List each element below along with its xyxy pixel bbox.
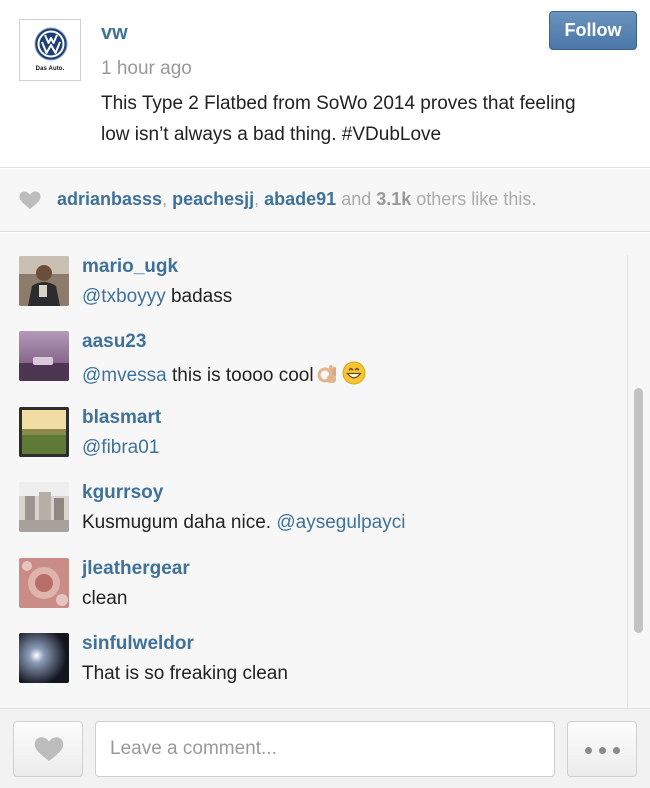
likes-bar: adrianbasss, peachesjj, abade91 and 3.1k… [0,169,650,232]
grinning-face-emoji-icon [342,361,366,385]
comment-text: @mvessa this is toooo cool [82,361,366,387]
brand-avatar[interactable]: Das Auto. [19,19,81,81]
comment-text: clean [82,588,127,610]
commenter-avatar[interactable] [19,633,69,683]
comment-body: Kusmugum daha nice. [82,512,277,533]
ok-hand-emoji-icon [317,365,336,383]
comment-body: That is so freaking clean [82,663,288,684]
comment-body: clean [82,588,128,609]
commenter-avatar[interactable] [19,558,69,608]
comment-mention[interactable]: @mvessa [82,365,167,386]
volkswagen-logo-icon [34,27,68,61]
comment-body: badass [165,286,233,307]
liker-link[interactable]: adrianbasss [57,189,162,209]
likes-separator: , [254,189,265,209]
comment-mention[interactable]: @aysegulpayci [276,512,405,533]
post-header: Das Auto. vw 1 hour ago This Type 2 Flat… [0,0,650,168]
comment-text: @txboyyy badass [82,286,232,308]
comment-mention[interactable]: @txboyyy [82,286,166,307]
comment-username[interactable]: aasu23 [82,331,146,353]
comment-item: mario_ugk @txboyyy badass [0,256,620,326]
commenter-avatar[interactable] [19,482,69,532]
comment-text: Kusmugum daha nice. @aysegulpayci [82,512,405,534]
like-button[interactable] [13,721,83,777]
comment-body: this is toooo cool [166,365,314,386]
likes-summary: adrianbasss, peachesjj, abade91 and 3.1k… [57,189,536,210]
comment-username[interactable]: sinfulweldor [82,633,194,655]
comment-item: kgurrsoy Kusmugum daha nice. @aysegulpay… [0,482,620,552]
comment-item: aasu23 @mvessa this is toooo cool [0,331,620,401]
likes-and: and [336,189,377,209]
comment-mention[interactable]: @fibra01 [82,437,159,458]
post-timestamp: 1 hour ago [101,58,192,79]
comment-item: sinfulweldor That is so freaking clean [0,633,620,703]
comment-username[interactable]: kgurrsoy [82,482,163,504]
comment-username[interactable]: mario_ugk [82,256,178,278]
liker-link[interactable]: peachesjj [172,189,254,209]
comments-scrollbar[interactable] [627,255,645,708]
comment-footer [0,708,650,788]
post-username[interactable]: vw [101,22,128,45]
comment-username[interactable]: blasmart [82,407,161,429]
scrollbar-thumb[interactable] [634,388,643,633]
comments-list[interactable]: mario_ugk @txboyyy badass aasu23 @mvessa… [0,233,650,708]
post-caption: This Type 2 Flatbed from SoWo 2014 prove… [101,93,576,145]
comment-username[interactable]: jleathergear [82,558,190,580]
commenter-avatar[interactable] [19,331,69,381]
comment-item: blasmart @fibra01 [0,407,620,477]
more-options-button[interactable] [567,721,637,777]
heart-icon [19,191,41,209]
avatar-tagline: Das Auto. [35,66,65,72]
comment-item: jleathergear clean [0,558,620,628]
commenter-avatar[interactable] [19,256,69,306]
likes-separator: , [162,189,173,209]
likes-count[interactable]: 3.1k [376,189,411,209]
liker-link[interactable]: abade91 [264,189,336,209]
heart-icon [34,737,64,762]
comment-input[interactable] [95,721,555,777]
comment-text: That is so freaking clean [82,663,288,685]
comment-text: @fibra01 [82,437,159,459]
commenter-avatar[interactable] [19,407,69,457]
follow-button[interactable]: Follow [549,11,637,50]
likes-suffix: others like this. [411,189,537,209]
